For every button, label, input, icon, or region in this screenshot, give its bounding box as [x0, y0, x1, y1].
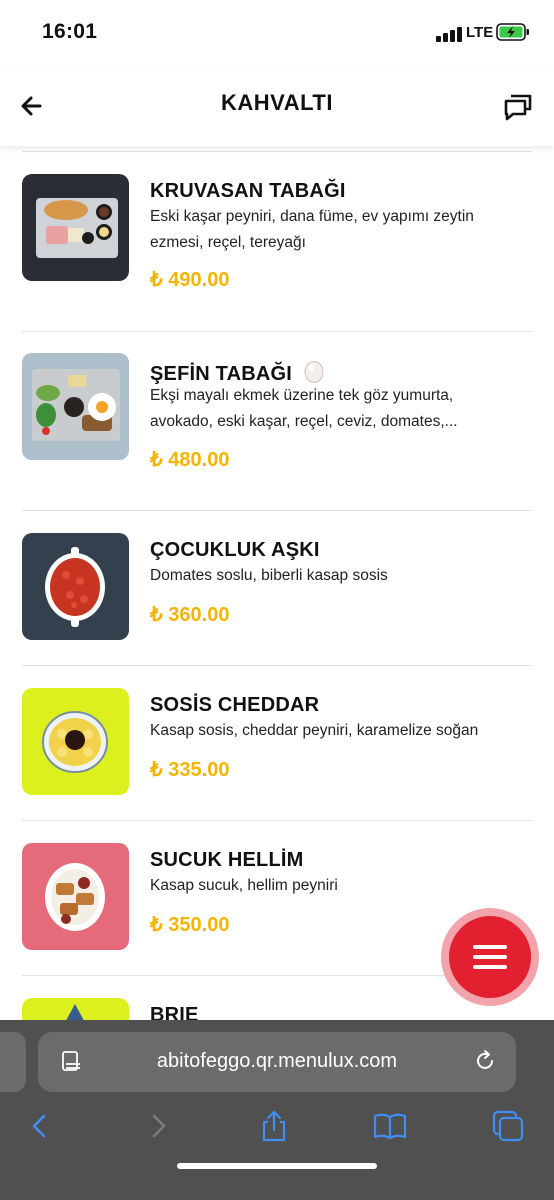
home-indicator [177, 1163, 377, 1169]
menu-item[interactable]: ÇOCUKLUK AŞKI Domates soslu, biberli kas… [0, 511, 554, 666]
item-description: Domates soslu, biberli kasap sosis [150, 567, 388, 584]
address-bar[interactable]: abitofeggo.qr.menulux.com [38, 1032, 516, 1092]
item-description: Eski kaşar peyniri, dana füme, ev yapımı… [150, 208, 474, 251]
status-time: 16:01 [42, 20, 98, 43]
item-price: ₺ 480.00 [150, 449, 230, 471]
egg-icon [304, 361, 324, 383]
item-photo [22, 174, 129, 281]
item-photo [22, 533, 129, 640]
share-icon[interactable] [256, 1108, 292, 1144]
item-photo [22, 998, 129, 1020]
network-label: LTE [466, 24, 494, 41]
item-price: ₺ 335.00 [150, 759, 230, 781]
chat-icon[interactable] [502, 90, 534, 122]
item-name: SUCUK HELLİM [150, 849, 304, 871]
browser-toolbar: abitofeggo.qr.menulux.com [0, 1020, 554, 1200]
item-photo [22, 843, 129, 950]
menu-list: KRUVASAN TABAĞI Eski kaşar peyniri, dana… [0, 146, 554, 1020]
item-price: ₺ 350.00 [150, 914, 230, 936]
item-name-text: ŞEFİN TABAĞI [150, 363, 293, 385]
item-name: BRIE [150, 1004, 199, 1020]
item-description: Kasap sucuk, hellim peyniri [150, 877, 338, 894]
browser-nav-toolbar [0, 1102, 554, 1158]
back-icon[interactable] [22, 1108, 58, 1144]
item-name: KRUVASAN TABAĞI [150, 180, 346, 202]
status-bar: 16:01 LTE [0, 0, 554, 66]
item-price: ₺ 490.00 [150, 269, 230, 291]
tabs-icon[interactable] [490, 1108, 526, 1144]
forward-icon[interactable] [140, 1108, 176, 1144]
url-text: abitofeggo.qr.menulux.com [156, 1050, 398, 1072]
item-name: SOSİS CHEDDAR [150, 694, 320, 716]
menu-item[interactable]: ŞEFİN TABAĞI Ekşi mayalı ekmek üzerine t… [0, 331, 554, 511]
signal-icon [436, 26, 462, 42]
menu-item[interactable]: KRUVASAN TABAĞI Eski kaşar peyniri, dana… [0, 146, 554, 331]
page-title: KAHVALTI [221, 90, 333, 115]
item-name: ÇOCUKLUK AŞKI [150, 539, 320, 561]
reload-icon[interactable] [472, 1048, 498, 1074]
item-photo [22, 688, 129, 795]
item-name: ŞEFİN TABAĞI [150, 359, 324, 386]
previous-tab[interactable] [0, 1032, 26, 1092]
hamburger-icon [449, 916, 531, 998]
item-description: Ekşi mayalı ekmek üzerine tek göz yumurt… [150, 387, 458, 430]
item-description: Kasap sosis, cheddar peyniri, karamelize… [150, 722, 479, 739]
item-photo [22, 353, 129, 460]
item-price: ₺ 360.00 [150, 604, 230, 626]
floating-menu-button[interactable] [441, 908, 539, 1006]
menu-item[interactable]: SOSİS CHEDDAR Kasap sosis, cheddar peyni… [0, 666, 554, 821]
bookmarks-icon[interactable] [372, 1108, 408, 1144]
battery-charging-icon [496, 23, 529, 41]
nav-header: KAHVALTI [0, 66, 554, 146]
